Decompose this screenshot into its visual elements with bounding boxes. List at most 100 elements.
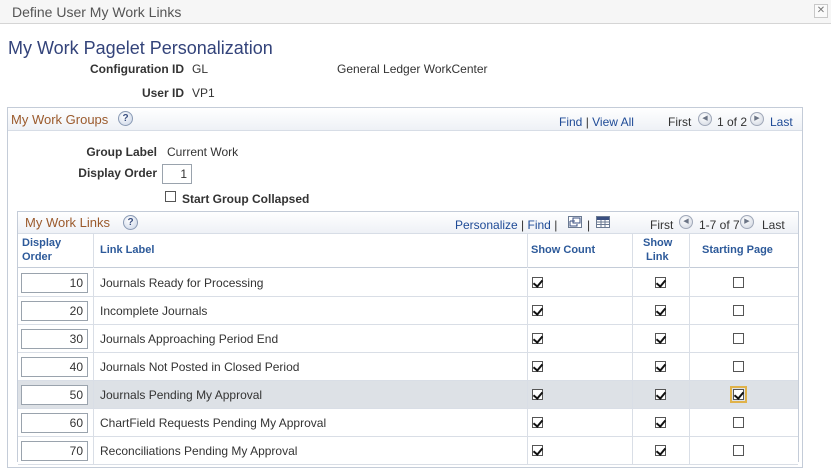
close-icon[interactable]: ✕ [814, 4, 828, 18]
show-count-checkbox[interactable] [532, 277, 543, 288]
show-count-cell [528, 353, 633, 381]
show-link-checkbox[interactable] [655, 305, 666, 316]
groups-prev-icon[interactable]: ◀ [698, 112, 712, 126]
starting-page-cell [690, 269, 798, 297]
starting-page-cell [690, 437, 798, 465]
starting-page-checkbox[interactable] [733, 333, 744, 344]
help-icon[interactable]: ? [123, 215, 138, 230]
window-title: Define User My Work Links [12, 4, 182, 20]
starting-page-checkbox[interactable] [733, 305, 744, 316]
show-count-cell [528, 297, 633, 325]
col-show-count[interactable]: Show Count [528, 234, 633, 268]
groups-view-all-link[interactable]: View All [592, 115, 634, 129]
show-link-cell [633, 269, 690, 297]
display-order-cell: 50 [18, 381, 94, 409]
link-label: Incomplete Journals [100, 304, 208, 318]
links-find-link[interactable]: Find [528, 218, 551, 232]
personalize-link[interactable]: Personalize [455, 218, 518, 232]
link-label: Reconciliations Pending My Approval [100, 444, 298, 458]
link-label: Journals Ready for Processing [100, 276, 264, 290]
groups-last-link[interactable]: Last [770, 115, 793, 129]
links-next-icon[interactable]: ▶ [740, 215, 754, 229]
show-link-cell [633, 381, 690, 409]
links-range: 1-7 of 7 [699, 218, 740, 232]
col-display-order[interactable]: Display Order [18, 234, 94, 268]
display-order-input[interactable]: 60 [21, 413, 88, 433]
show-count-checkbox[interactable] [532, 417, 543, 428]
starting-page-cell [690, 325, 798, 353]
display-order-input[interactable]: 10 [21, 273, 88, 293]
link-label-cell: Incomplete Journals [94, 297, 528, 325]
link-label-cell: Journals Ready for Processing [94, 269, 528, 297]
group-label-label: Group Label [86, 145, 157, 159]
display-order-cell: 30 [18, 325, 94, 353]
help-icon[interactable]: ? [118, 111, 133, 126]
groups-nav-links: Find | View All [559, 115, 634, 129]
links-last-label: Last [762, 218, 785, 232]
show-count-cell [528, 269, 633, 297]
starting-page-checkbox[interactable] [733, 445, 744, 456]
starting-page-checkbox[interactable] [733, 417, 744, 428]
new-window-icon[interactable] [568, 216, 582, 228]
show-link-checkbox[interactable] [655, 277, 666, 288]
show-count-cell [528, 381, 633, 409]
table-row: 60 ChartField Requests Pending My Approva… [18, 409, 798, 437]
show-count-checkbox[interactable] [532, 361, 543, 372]
col-starting-page[interactable]: Starting Page [690, 234, 798, 268]
my-work-links-title: My Work Links [25, 215, 110, 230]
display-order-label: Display Order [78, 166, 157, 180]
table-row: 50 Journals Pending My Approval [18, 381, 798, 409]
show-link-cell [633, 353, 690, 381]
display-order-input[interactable]: 20 [21, 301, 88, 321]
config-id-label: Configuration ID [90, 62, 184, 76]
groups-next-icon[interactable]: ▶ [750, 112, 764, 126]
links-nav-links: Personalize | Find | [455, 218, 558, 232]
download-grid-icon[interactable] [596, 216, 610, 228]
starting-page-cell [690, 409, 798, 437]
display-order-cell: 20 [18, 297, 94, 325]
show-link-checkbox[interactable] [655, 361, 666, 372]
link-label-cell: Reconciliations Pending My Approval [94, 437, 528, 465]
link-label: Journals Pending My Approval [100, 388, 263, 402]
display-order-input[interactable]: 30 [21, 329, 88, 349]
page-title: My Work Pagelet Personalization [8, 38, 273, 58]
my-work-groups-box: My Work Groups ? Find | View All First ◀… [7, 107, 803, 468]
table-row: 20 Incomplete Journals [18, 297, 798, 325]
display-order-input[interactable]: 70 [21, 441, 88, 461]
links-first-label: First [650, 218, 674, 232]
start-group-collapsed-checkbox[interactable] [165, 191, 176, 202]
show-count-checkbox[interactable] [532, 305, 543, 316]
my-work-links-grid: My Work Links ? Personalize | Find | | F… [17, 211, 799, 465]
show-link-checkbox[interactable] [655, 333, 666, 344]
starting-page-cell [690, 381, 798, 409]
display-order-cell: 40 [18, 353, 94, 381]
link-label-cell: ChartField Requests Pending My Approval [94, 409, 528, 437]
starting-page-checkbox[interactable] [733, 361, 744, 372]
display-order-input[interactable]: 1 [162, 164, 192, 184]
col-link-label[interactable]: Link Label [94, 234, 528, 268]
display-order-input[interactable]: 50 [21, 385, 88, 405]
starting-page-checkbox[interactable] [730, 386, 747, 403]
groups-find-link[interactable]: Find [559, 115, 582, 129]
starting-page-checkbox[interactable] [733, 277, 744, 288]
window-titlebar: Define User My Work Links ✕ [0, 0, 831, 24]
show-link-checkbox[interactable] [655, 389, 666, 400]
user-id-value: VP1 [192, 86, 215, 100]
show-count-checkbox[interactable] [532, 445, 543, 456]
link-label: ChartField Requests Pending My Approval [100, 416, 327, 430]
display-order-cell: 10 [18, 269, 94, 297]
show-link-checkbox[interactable] [655, 417, 666, 428]
display-order-cell: 60 [18, 409, 94, 437]
col-show-link[interactable]: Show Link [633, 234, 690, 268]
show-count-checkbox[interactable] [532, 389, 543, 400]
links-prev-icon[interactable]: ◀ [679, 215, 693, 229]
config-description: General Ledger WorkCenter [337, 62, 488, 76]
starting-page-cell [690, 353, 798, 381]
groups-range: 1 of 2 [717, 115, 748, 129]
table-row: 70 Reconciliations Pending My Approval [18, 437, 798, 465]
show-link-checkbox[interactable] [655, 445, 666, 456]
display-order-cell: 70 [18, 437, 94, 465]
display-order-input[interactable]: 40 [21, 357, 88, 377]
show-count-checkbox[interactable] [532, 333, 543, 344]
table-row: 30 Journals Approaching Period End [18, 325, 798, 353]
